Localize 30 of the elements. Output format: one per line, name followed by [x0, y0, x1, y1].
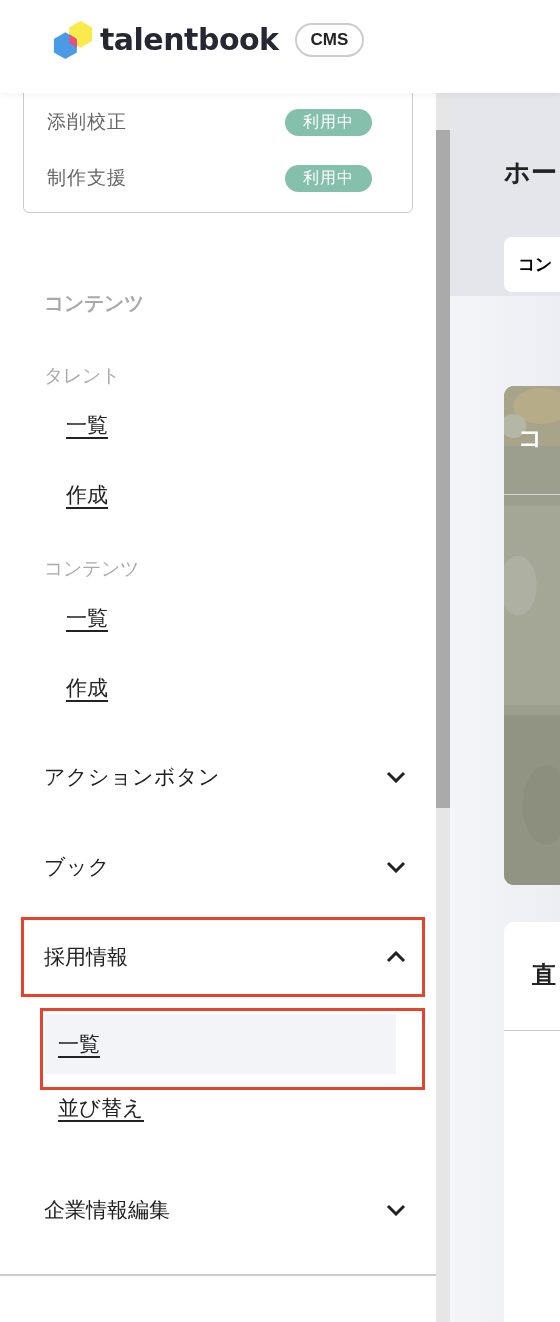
card-title: 直: [531, 960, 557, 990]
scrollbar[interactable]: [436, 93, 450, 1322]
accordion-header[interactable]: ブック: [21, 827, 425, 907]
nav-link[interactable]: 一覧: [66, 604, 108, 632]
plan-option-label: 添削校正: [47, 109, 127, 134]
status-badge: 利用中: [285, 164, 372, 192]
group-label: タレント: [43, 363, 120, 388]
nav-link[interactable]: 一覧: [66, 411, 108, 439]
chevron-up-icon: [386, 951, 406, 963]
sub-nav-link[interactable]: 一覧: [45, 1014, 396, 1074]
accordion-header[interactable]: 採用情報: [21, 917, 425, 997]
cms-badge: CMS: [294, 22, 365, 57]
plan-option-label: 制作支援: [47, 165, 127, 190]
chevron-down-icon: [386, 861, 406, 873]
logo-icon: [52, 18, 94, 61]
sub-nav-link[interactable]: 並び替え: [45, 1090, 425, 1126]
chevron-down-icon: [386, 1204, 406, 1216]
nav-link[interactable]: 作成: [66, 481, 108, 509]
accordion-header[interactable]: 企業情報編集: [21, 1170, 425, 1250]
tab-button[interactable]: コン: [504, 237, 560, 292]
nav-link[interactable]: 作成: [66, 674, 108, 702]
status-badge: 利用中: [285, 108, 372, 136]
chevron-down-icon: [386, 771, 406, 783]
section-heading: コンテンツ: [43, 290, 144, 317]
scrollbar-thumb[interactable]: [436, 130, 450, 808]
logo-text: talentbook: [100, 22, 279, 57]
accordion-header[interactable]: アクションボタン: [21, 737, 425, 817]
page-title: ホー: [504, 156, 557, 189]
group-label: コンテンツ: [43, 556, 139, 581]
hero-title: コ: [518, 423, 543, 454]
